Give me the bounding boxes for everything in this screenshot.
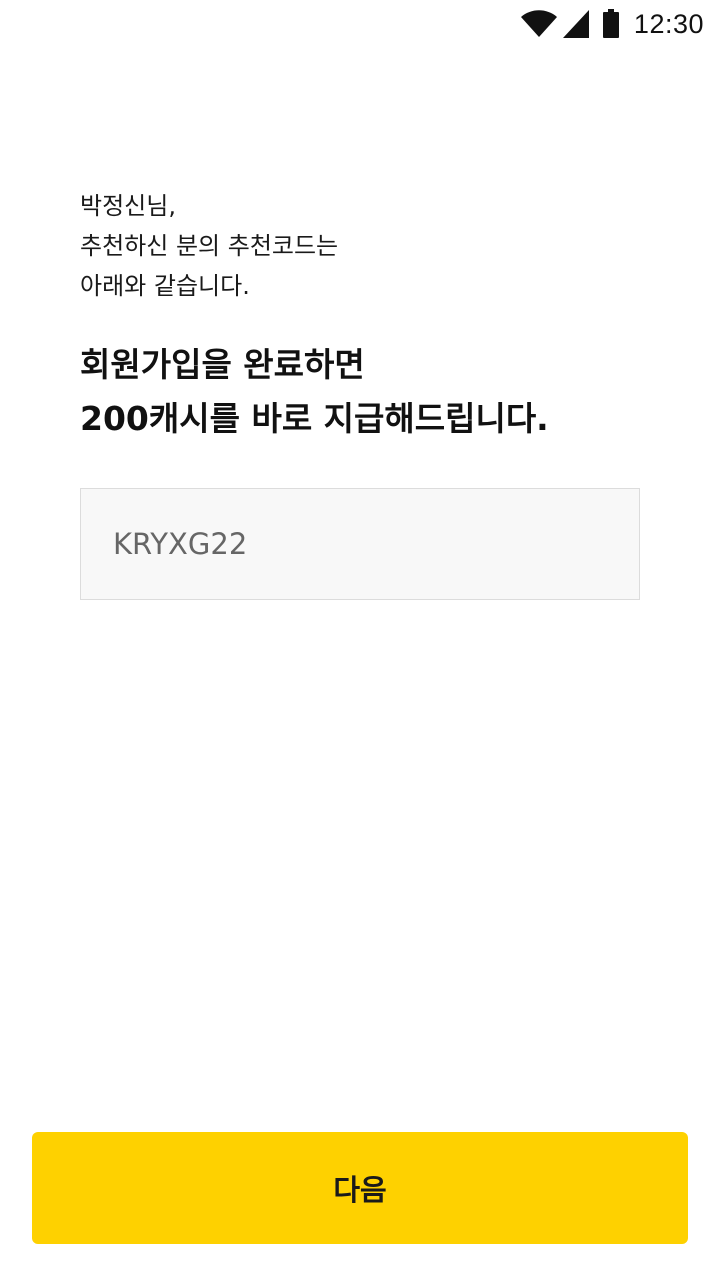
referral-code-value: KRYXG22 — [113, 527, 248, 561]
clock: 12:30 — [633, 8, 704, 39]
greeting-line: 아래와 같습니다. — [80, 272, 250, 300]
headline-line: 200캐시를 바로 지급해드립니다. — [80, 399, 549, 438]
wifi-icon — [520, 9, 558, 39]
headline-line: 회원가입을 완료하면 — [80, 345, 365, 384]
status-bar: 12:30 — [0, 0, 720, 48]
next-button[interactable]: 다음 — [32, 1132, 688, 1244]
greeting-line: 추천하신 분의 추천코드는 — [80, 232, 339, 260]
signal-icon — [562, 9, 590, 39]
battery-icon — [602, 9, 620, 39]
next-button-label: 다음 — [333, 1173, 387, 1207]
status-icons: 12:30 — [520, 6, 704, 42]
greeting-line: 박정신님, — [80, 192, 176, 220]
greeting-text: 박정신님, 추천하신 분의 추천코드는 아래와 같습니다. — [80, 186, 640, 306]
referral-code-box: KRYXG22 — [80, 488, 640, 600]
headline: 회원가입을 완료하면 200캐시를 바로 지급해드립니다. — [80, 338, 680, 446]
